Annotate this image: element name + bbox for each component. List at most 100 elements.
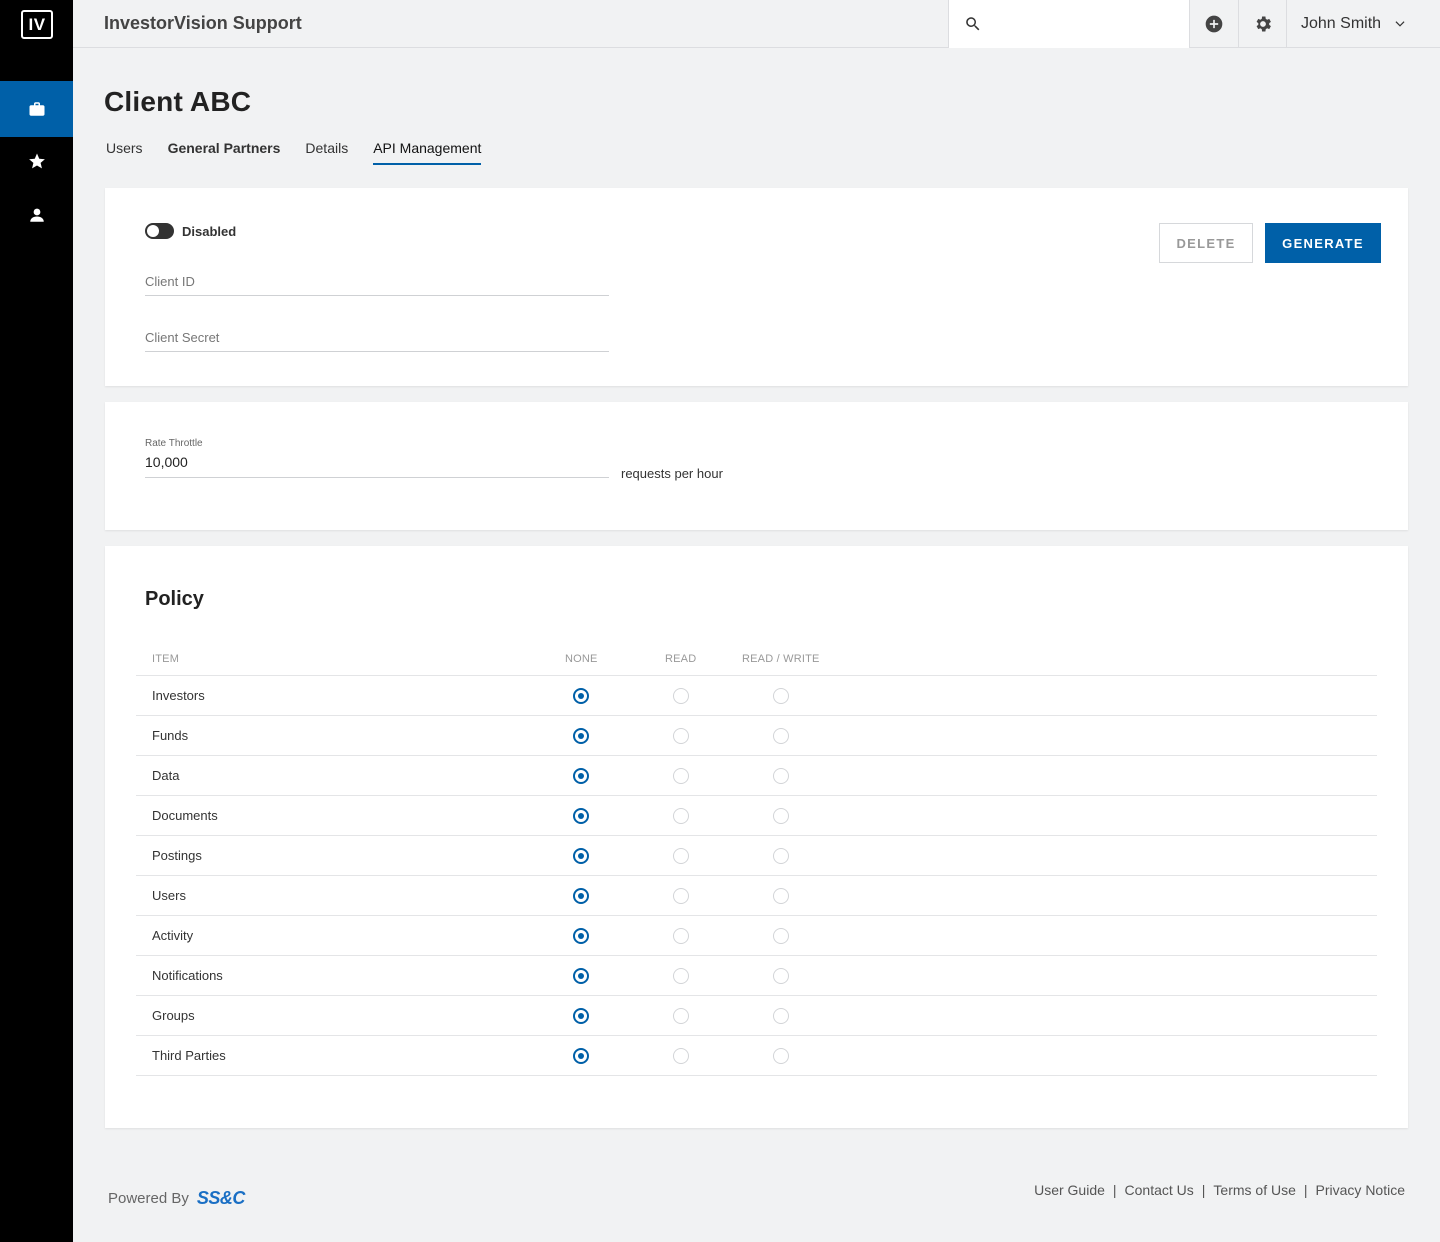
- radio-read-write[interactable]: [773, 888, 789, 904]
- radio-read[interactable]: [673, 728, 689, 744]
- radio-read[interactable]: [673, 1048, 689, 1064]
- radio-read-write[interactable]: [773, 768, 789, 784]
- toggle-switch[interactable]: [145, 223, 174, 239]
- policy-row: Investors: [136, 676, 1377, 716]
- radio-none[interactable]: [573, 848, 589, 864]
- radio-read-write[interactable]: [773, 928, 789, 944]
- radio-read[interactable]: [673, 928, 689, 944]
- radio-none[interactable]: [573, 728, 589, 744]
- column-header-read: READ: [665, 653, 697, 665]
- sidebar: IV: [0, 0, 73, 1242]
- radio-none[interactable]: [573, 968, 589, 984]
- plus-circle-icon: [1205, 15, 1222, 33]
- radio-none[interactable]: [573, 888, 589, 904]
- tab-details[interactable]: Details: [305, 140, 348, 165]
- rate-throttle-label: Rate Throttle: [145, 438, 203, 449]
- tab-general-partners[interactable]: General Partners: [168, 140, 281, 165]
- radio-read[interactable]: [673, 888, 689, 904]
- radio-read[interactable]: [673, 968, 689, 984]
- policy-row: Funds: [136, 716, 1377, 756]
- app-title: InvestorVision Support: [104, 13, 302, 33]
- client-id-field: [145, 270, 609, 296]
- policy-title: Policy: [145, 588, 204, 610]
- user-name: John Smith: [1301, 15, 1382, 32]
- sidebar-item-favorites[interactable]: [0, 133, 73, 189]
- sidebar-item-profile[interactable]: [0, 187, 73, 243]
- tab-bar: Users General Partners Details API Manag…: [106, 140, 506, 165]
- powered-by: Powered By SS&C: [108, 1188, 245, 1209]
- footer-link-user-guide[interactable]: User Guide: [1034, 1182, 1105, 1198]
- policy-item-name: Users: [152, 888, 186, 903]
- user-menu[interactable]: John Smith: [1286, 0, 1440, 48]
- client-id-input[interactable]: [145, 270, 609, 292]
- rate-throttle-field: [145, 452, 609, 478]
- footer-link-contact-us[interactable]: Contact Us: [1125, 1182, 1194, 1198]
- toggle-label: Disabled: [182, 223, 237, 239]
- person-icon: [29, 208, 44, 222]
- search-box[interactable]: [948, 0, 1189, 48]
- policy-table: ITEM NONE READ READ / WRITE Investors Fun…: [136, 646, 1377, 1076]
- radio-read[interactable]: [673, 808, 689, 824]
- policy-rows: Investors Funds Data Documents Postings Users…: [136, 676, 1377, 1076]
- add-button[interactable]: [1189, 0, 1237, 48]
- ssc-logo: SS&C: [196, 1188, 246, 1208]
- sidebar-item-clients[interactable]: [0, 81, 73, 137]
- radio-read-write[interactable]: [773, 728, 789, 744]
- policy-row: Documents: [136, 796, 1377, 836]
- radio-read-write[interactable]: [773, 688, 789, 704]
- radio-read-write[interactable]: [773, 1048, 789, 1064]
- briefcase-icon: [29, 102, 44, 116]
- radio-read-write[interactable]: [773, 808, 789, 824]
- policy-item-name: Data: [152, 768, 180, 783]
- api-credentials-card: Disabled DELETE GENERATE: [105, 188, 1408, 386]
- policy-row: Activity: [136, 916, 1377, 956]
- radio-read[interactable]: [673, 688, 689, 704]
- policy-card: Policy ITEM NONE READ READ / WRITE Inves…: [105, 546, 1408, 1128]
- policy-row: Users: [136, 876, 1377, 916]
- column-header-none: NONE: [565, 653, 598, 665]
- policy-item-name: Activity: [152, 928, 194, 943]
- radio-none[interactable]: [573, 688, 589, 704]
- column-header-read-write: READ / WRITE: [742, 653, 820, 665]
- radio-none[interactable]: [573, 1008, 589, 1024]
- policy-item-name: Third Parties: [152, 1048, 226, 1063]
- policy-row: Postings: [136, 836, 1377, 876]
- generate-button[interactable]: GENERATE: [1265, 223, 1381, 263]
- radio-none[interactable]: [573, 768, 589, 784]
- radio-read-write[interactable]: [773, 968, 789, 984]
- policy-row: Notifications: [136, 956, 1377, 996]
- policy-item-name: Notifications: [152, 968, 223, 983]
- search-input[interactable]: [993, 10, 1178, 38]
- delete-button[interactable]: DELETE: [1159, 223, 1253, 263]
- policy-item-name: Groups: [152, 1008, 195, 1023]
- settings-button[interactable]: [1238, 0, 1286, 48]
- client-secret-field: [145, 326, 609, 352]
- page-title: Client ABC: [104, 86, 252, 117]
- radio-read[interactable]: [673, 768, 689, 784]
- rate-throttle-card: Rate Throttle requests per hour: [105, 402, 1408, 530]
- policy-row: Groups: [136, 996, 1377, 1036]
- top-bar: InvestorVision Support John Smith: [73, 0, 1440, 48]
- client-secret-input[interactable]: [145, 326, 609, 348]
- api-enabled-toggle[interactable]: Disabled: [145, 223, 236, 239]
- powered-by-label: Powered By: [108, 1190, 189, 1207]
- app-logo[interactable]: IV: [21, 10, 53, 39]
- rate-throttle-input[interactable]: [145, 452, 609, 472]
- radio-none[interactable]: [573, 928, 589, 944]
- radio-read[interactable]: [673, 848, 689, 864]
- footer-link-terms-of-use[interactable]: Terms of Use: [1213, 1182, 1295, 1198]
- column-header-item: ITEM: [152, 653, 180, 665]
- gear-icon: [1256, 16, 1271, 32]
- search-icon: [966, 17, 980, 31]
- footer-link-privacy-notice[interactable]: Privacy Notice: [1316, 1182, 1405, 1198]
- radio-read-write[interactable]: [773, 1008, 789, 1024]
- radio-none[interactable]: [573, 1048, 589, 1064]
- policy-row: Data: [136, 756, 1377, 796]
- policy-item-name: Funds: [152, 728, 189, 743]
- chevron-down-icon: [1395, 21, 1405, 27]
- radio-none[interactable]: [573, 808, 589, 824]
- radio-read[interactable]: [673, 1008, 689, 1024]
- radio-read-write[interactable]: [773, 848, 789, 864]
- tab-api-management[interactable]: API Management: [373, 140, 482, 165]
- tab-users[interactable]: Users: [106, 140, 143, 165]
